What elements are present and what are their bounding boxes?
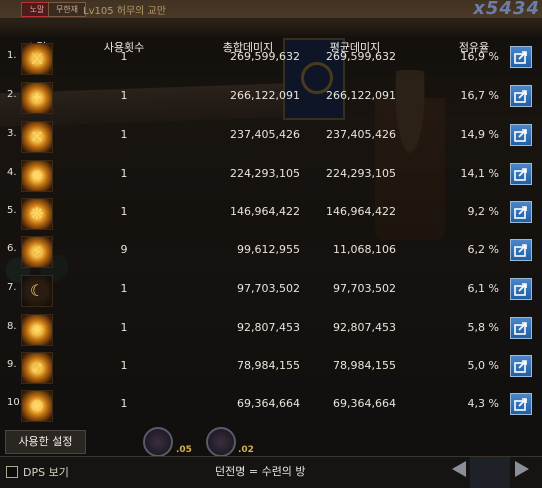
quickslot-2[interactable] [206,427,236,457]
skill-icon-3: ✕ [21,121,53,153]
use-count: 1 [120,89,128,102]
use-count: 1 [120,397,128,410]
total-damage: 78,984,155 [237,359,300,372]
export-icon[interactable] [510,201,532,223]
share-percent: 14,9 % [460,128,499,141]
use-count: 1 [120,50,128,63]
table-row: 5. ❋ 1 146,964,422 146,964,422 9,2 % [0,193,542,232]
page-indicator [470,457,510,488]
average-damage: 266,122,091 [326,89,396,102]
rank: 9. [7,359,17,370]
share-percent: 9,2 % [467,205,499,218]
used-settings-button[interactable]: 사용한 설정 [5,430,86,454]
total-damage: 224,293,105 [230,167,300,180]
total-damage: 97,703,502 [237,282,300,295]
rank: 2. [7,89,17,100]
use-count: 1 [120,205,128,218]
table-row: 8. ✷ 1 92,807,453 92,807,453 5,8 % [0,309,542,348]
share-percent: 6,1 % [467,282,499,295]
quickslot-1[interactable] [143,427,173,457]
share-percent: 6,2 % [467,243,499,256]
skill-icon-10: ✺ [21,390,53,422]
skill-icon-5: ❋ [21,198,53,230]
dps-checkbox[interactable] [6,466,18,478]
rank: 5. [7,205,17,216]
share-percent: 16,9 % [460,50,499,63]
use-count: 1 [120,282,128,295]
export-icon[interactable] [510,85,532,107]
rank: 1. [7,50,17,61]
quickslot-2-value: .02 [238,445,254,455]
combo-counter: x5434 [473,0,540,19]
rank: 4. [7,167,17,178]
dps-checkbox-label: DPS 보기 [23,466,69,479]
rank: 3. [7,128,17,139]
total-damage: 92,807,453 [237,321,300,334]
table-row: 3. ✕ 1 237,405,426 237,405,426 14,9 % [0,116,542,155]
table-row: 1. ⚔ 1 269,599,632 269,599,632 16,9 % [0,38,542,77]
hud-topbar: 노말 무한재 Lv105 허무의 교만 x5434 [0,0,542,19]
total-damage: 266,122,091 [230,89,300,102]
share-percent: 4,3 % [467,397,499,410]
table-row: 7. ☾ 1 97,703,502 97,703,502 6,1 % [0,270,542,309]
use-count: 1 [120,359,128,372]
use-count: 9 [120,243,128,256]
skill-icon-6: ⚡ [21,236,53,268]
export-icon[interactable] [510,46,532,68]
use-count: 1 [120,321,128,334]
skill-icon-2: ✦ [21,82,53,114]
rank: 6. [7,243,17,254]
average-damage: 92,807,453 [333,321,396,334]
share-percent: 5,8 % [467,321,499,334]
average-damage: 224,293,105 [326,167,396,180]
share-percent: 16,7 % [460,89,499,102]
rank: 8. [7,321,17,332]
rank: 7. [7,282,17,293]
export-icon[interactable] [510,124,532,146]
crescent-moon-skill-icon: ☾ [21,275,53,307]
dungeon-title: Lv105 허무의 교만 [83,6,166,17]
total-damage: 99,612,955 [237,243,300,256]
skill-icon-1: ⚔ [21,43,53,75]
average-damage: 97,703,502 [333,282,396,295]
average-damage: 146,964,422 [326,205,396,218]
table-row: 9. ➶ 1 78,984,155 78,984,155 5,0 % [0,347,542,386]
footer-bar: DPS 보기 던전명 = 수련의 방 [0,456,542,488]
skill-icon-4: ✹ [21,160,53,192]
share-percent: 14,1 % [460,167,499,180]
skill-icon-8: ✷ [21,314,53,346]
table-row: 4. ✹ 1 224,293,105 224,293,105 14,1 % [0,155,542,194]
export-icon[interactable] [510,355,532,377]
total-damage: 69,364,664 [237,397,300,410]
quickslot-1-value: .05 [176,445,192,455]
average-damage: 237,405,426 [326,128,396,141]
guild-badge: 무한재 [48,2,86,17]
average-damage: 11,068,106 [333,243,396,256]
table-row: 2. ✦ 1 266,122,091 266,122,091 16,7 % [0,77,542,116]
export-icon[interactable] [510,317,532,339]
total-damage: 237,405,426 [230,128,300,141]
average-damage: 78,984,155 [333,359,396,372]
next-arrow-icon[interactable] [515,461,529,477]
total-damage: 146,964,422 [230,205,300,218]
use-count: 1 [120,128,128,141]
skill-icon-9: ➶ [21,352,53,384]
average-damage: 269,599,632 [326,50,396,63]
table-row: 6. ⚡ 9 99,612,955 11,068,106 6,2 % [0,231,542,270]
use-count: 1 [120,167,128,180]
table-row: 10. ✺ 1 69,364,664 69,364,664 4,3 % [0,385,542,424]
export-icon[interactable] [510,393,532,415]
share-percent: 5,0 % [467,359,499,372]
export-icon[interactable] [510,163,532,185]
export-icon[interactable] [510,278,532,300]
dungeon-name: 던전명 = 수련의 방 [215,465,306,478]
average-damage: 69,364,664 [333,397,396,410]
prev-arrow-icon[interactable] [452,461,466,477]
export-icon[interactable] [510,239,532,261]
total-damage: 269,599,632 [230,50,300,63]
